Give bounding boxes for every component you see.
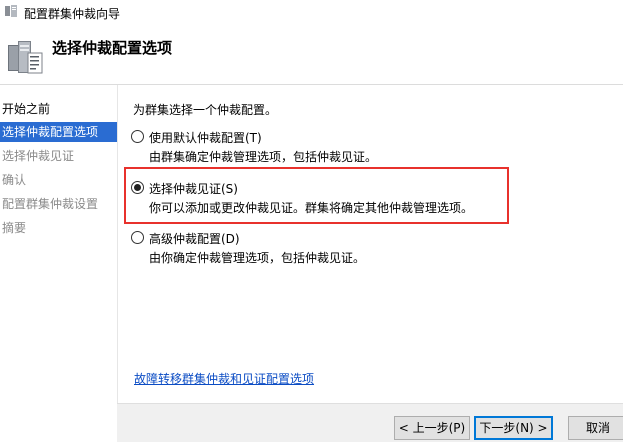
- previous-button[interactable]: < 上一步(P): [394, 416, 470, 440]
- radio-select-witness[interactable]: [131, 181, 144, 194]
- option-advanced-quorum-label[interactable]: 高级仲裁配置(D): [149, 230, 240, 247]
- cancel-button[interactable]: 取消: [568, 416, 623, 440]
- wizard-header: 选择仲裁配置选项: [0, 24, 623, 84]
- nav-step-configure-settings: 配置群集仲裁设置: [2, 197, 99, 211]
- radio-advanced-quorum[interactable]: [131, 231, 144, 244]
- window-title: 配置群集仲裁向导: [24, 7, 121, 21]
- option-default-quorum-label[interactable]: 使用默认仲裁配置(T): [149, 129, 262, 146]
- title-bar: 配置群集仲裁向导: [0, 0, 623, 24]
- option-select-witness-description: 你可以添加或更改仲裁见证。群集将确定其他仲裁管理选项。: [149, 201, 474, 215]
- nav-step-select-quorum-option[interactable]: 选择仲裁配置选项: [0, 122, 117, 142]
- nav-step-summary: 摘要: [2, 221, 27, 235]
- radio-default-quorum[interactable]: [131, 130, 144, 143]
- option-default-quorum-description: 由群集确定仲裁管理选项，包括仲裁见证。: [149, 150, 378, 164]
- page-heading: 选择仲裁配置选项: [52, 39, 173, 57]
- nav-step-select-witness: 选择仲裁见证: [2, 149, 75, 163]
- option-select-witness-label[interactable]: 选择仲裁见证(S): [149, 180, 238, 197]
- quorum-options-help-link[interactable]: 故障转移群集仲裁和见证配置选项: [134, 370, 314, 387]
- main-content: 为群集选择一个仲裁配置。 使用默认仲裁配置(T) 由群集确定仲裁管理选项，包括仲…: [117, 85, 623, 403]
- wizard-body: 开始之前 选择仲裁配置选项 选择仲裁见证 确认 配置群集仲裁设置 摘要 为群集选…: [0, 84, 623, 442]
- wizard-footer: < 上一步(P) 下一步(N) > 取消: [117, 403, 623, 442]
- next-button[interactable]: 下一步(N) >: [474, 416, 553, 440]
- option-advanced-quorum-description: 由你确定仲裁管理选项，包括仲裁见证。: [149, 251, 366, 265]
- wizard-steps-nav: 开始之前 选择仲裁配置选项 选择仲裁见证 确认 配置群集仲裁设置 摘要: [0, 85, 117, 442]
- nav-step-confirm: 确认: [2, 173, 27, 187]
- wizard-app-icon: [4, 4, 18, 18]
- cluster-servers-icon: [6, 37, 44, 77]
- prompt-text: 为群集选择一个仲裁配置。: [133, 103, 278, 117]
- nav-step-before-you-begin[interactable]: 开始之前: [0, 99, 117, 119]
